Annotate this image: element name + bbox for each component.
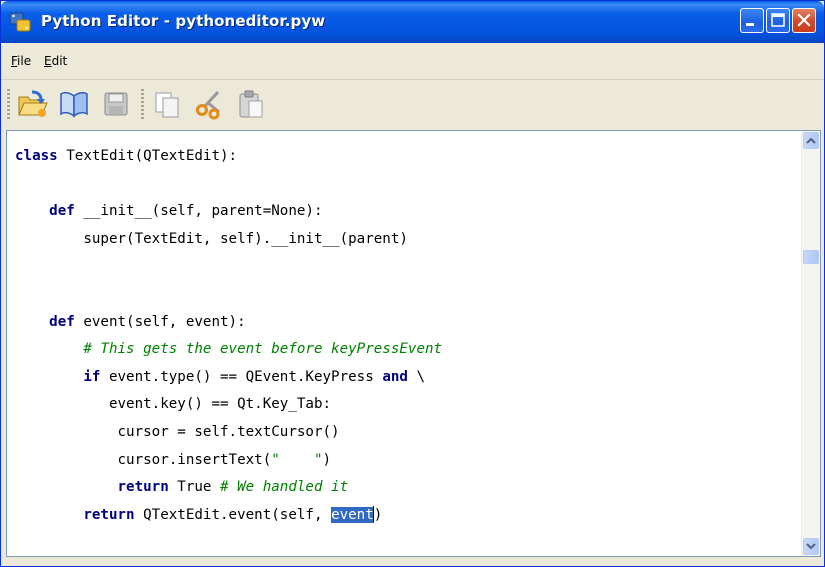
code-line[interactable] xyxy=(15,171,796,199)
code-text[interactable]: class TextEdit(QTextEdit): def __init__(… xyxy=(15,143,796,529)
menu-edit-accel: E xyxy=(44,54,52,68)
toolbar-grip[interactable] xyxy=(141,89,144,119)
comment-token: # We handled it xyxy=(220,479,349,496)
code-token: TextEdit(QTextEdit): xyxy=(57,148,238,164)
code-token: cursor = self.textCursor() xyxy=(15,423,340,440)
minimize-icon xyxy=(746,23,754,26)
close-icon xyxy=(797,13,811,27)
cut-button[interactable] xyxy=(193,88,225,120)
python-app-icon xyxy=(9,12,31,32)
close-button[interactable] xyxy=(792,8,816,33)
vertical-scrollbar[interactable] xyxy=(801,131,820,556)
menu-file-label: ile xyxy=(17,54,32,68)
string-token: " " xyxy=(271,451,323,468)
code-token: \ xyxy=(407,368,426,385)
comment-token: # This gets the event before keyPressEve… xyxy=(83,341,443,358)
code-line[interactable]: cursor = self.textCursor() xyxy=(15,419,796,447)
title-bar[interactable]: Python Editor - pythoneditor.pyw xyxy=(1,1,824,43)
code-line[interactable]: def event(self, event): xyxy=(15,309,796,337)
code-token: cursor.insertText( xyxy=(15,451,272,468)
code-token: True xyxy=(168,479,220,496)
toolbar-grip[interactable] xyxy=(7,89,10,119)
window-title: Python Editor - pythoneditor.pyw xyxy=(41,12,326,30)
code-line[interactable]: super(TextEdit, self).__init__(parent) xyxy=(15,226,796,254)
code-line[interactable]: def __init__(self, parent=None): xyxy=(15,198,796,226)
keyword-token: if xyxy=(83,368,101,385)
status-bar xyxy=(1,558,824,566)
keyword-token: return xyxy=(117,479,169,496)
code-token: super(TextEdit, self).__init__(parent) xyxy=(15,230,408,247)
keyword-token: class xyxy=(15,148,58,164)
code-token: __init__(self, parent=None): xyxy=(74,203,323,220)
paste-button[interactable] xyxy=(235,88,267,120)
maximize-button[interactable] xyxy=(766,8,790,33)
toolbar xyxy=(1,80,824,127)
minimize-button[interactable] xyxy=(740,8,764,33)
code-line[interactable]: event.key() == Qt.Key_Tab: xyxy=(15,391,796,419)
code-token: event(self, event): xyxy=(74,313,246,330)
cut-icon xyxy=(196,90,220,120)
keyword-token: def xyxy=(49,203,75,220)
paste-icon xyxy=(239,90,263,118)
code-token: QTextEdit.event(self, xyxy=(134,506,332,523)
menu-file[interactable]: File xyxy=(11,54,31,68)
book-icon xyxy=(60,91,88,118)
menu-edit[interactable]: Edit xyxy=(44,54,67,68)
code-token: ) xyxy=(373,506,383,523)
book-button[interactable] xyxy=(58,88,90,120)
code-line[interactable]: class TextEdit(QTextEdit): xyxy=(15,143,796,171)
save-button[interactable] xyxy=(100,88,132,120)
menu-edit-label: dit xyxy=(51,54,68,68)
scroll-down-button[interactable] xyxy=(803,538,819,555)
code-token: event.key() == Qt.Key_Tab: xyxy=(15,396,332,413)
code-line[interactable] xyxy=(15,253,796,281)
scroll-up-button[interactable] xyxy=(803,132,819,149)
chevron-down-icon xyxy=(806,543,816,550)
code-editor[interactable]: class TextEdit(QTextEdit): def __init__(… xyxy=(6,130,821,557)
code-token: ) xyxy=(322,451,332,468)
code-line[interactable]: cursor.insertText(" ") xyxy=(15,447,796,475)
maximize-icon xyxy=(771,13,785,27)
code-line[interactable]: # This gets the event before keyPressEve… xyxy=(15,336,796,364)
keyword-token: return xyxy=(83,506,135,523)
menu-bar: File Edit xyxy=(1,43,824,80)
open-button[interactable] xyxy=(16,88,48,120)
selected-text[interactable]: event xyxy=(331,506,374,523)
code-line[interactable]: if event.type() == QEvent.KeyPress and \ xyxy=(15,364,796,392)
keyword-token: def xyxy=(49,313,75,330)
chevron-up-icon xyxy=(806,137,816,144)
copy-button[interactable] xyxy=(151,88,183,120)
open-icon xyxy=(18,90,48,117)
copy-icon xyxy=(155,92,179,118)
python-editor-window: Python Editor - pythoneditor.pyw File Ed… xyxy=(0,0,825,567)
code-line[interactable]: return True # We handled it xyxy=(15,474,796,502)
keyword-token: and xyxy=(382,368,408,385)
scroll-thumb[interactable] xyxy=(803,250,819,264)
code-line[interactable]: return QTextEdit.event(self, event) xyxy=(15,502,796,530)
code-token: event.type() == QEvent.KeyPress xyxy=(100,368,383,385)
code-line[interactable] xyxy=(15,281,796,309)
save-icon xyxy=(104,92,128,116)
